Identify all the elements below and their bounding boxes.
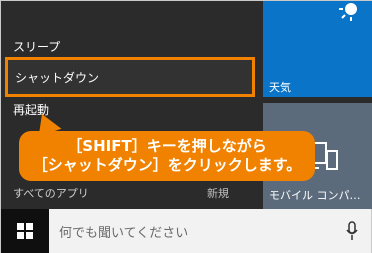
- cortana-search-box[interactable]: 何でも聞いてください: [49, 209, 371, 253]
- search-placeholder: 何でも聞いてください: [59, 225, 189, 241]
- all-apps-label: すべてのアプリ: [13, 187, 89, 200]
- callout-line-2: ［シャットダウン］をクリックします。: [32, 156, 302, 174]
- new-label: 新規: [207, 187, 229, 200]
- shutdown-menu-item[interactable]: シャットダウン: [5, 57, 255, 97]
- windows-logo-icon: [17, 223, 33, 239]
- sun-icon: [339, 3, 357, 21]
- start-button[interactable]: [1, 209, 49, 253]
- taskbar: 何でも聞いてください: [1, 209, 371, 253]
- weather-tile[interactable]: 天気: [263, 1, 372, 97]
- instruction-callout: ［SHIFT］キーを押しながら ［シャットダウン］をクリックします。: [19, 131, 315, 181]
- microphone-icon[interactable]: [345, 221, 359, 241]
- sleep-menu-item[interactable]: スリープ: [13, 38, 60, 55]
- weather-tile-label: 天気: [269, 81, 291, 94]
- all-apps-button[interactable]: すべてのアプリ: [13, 185, 89, 201]
- shutdown-label: シャットダウン: [15, 70, 100, 85]
- callout-line-1: ［SHIFT］キーを押しながら: [67, 137, 267, 155]
- mobile-companion-label: モバイル コンパ…: [269, 189, 361, 202]
